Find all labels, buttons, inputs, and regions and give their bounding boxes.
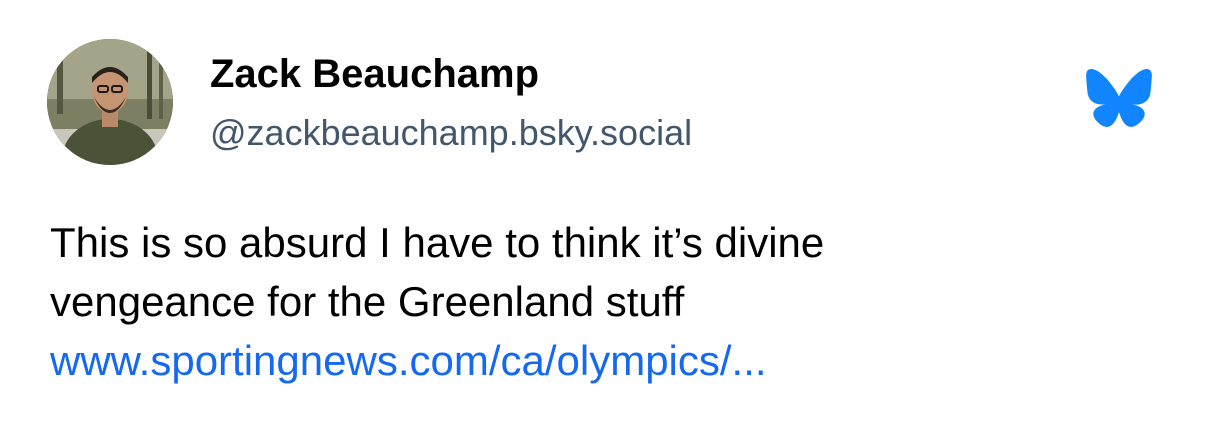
post-body: This is so absurd I have to think it’s d… [50,213,1170,390]
author-handle[interactable]: @zackbeauchamp.bsky.social [210,110,692,156]
avatar-photo [47,39,173,165]
post-text-line-1: This is so absurd I have to think it’s d… [50,219,825,266]
post-card: Zack Beauchamp @zackbeauchamp.bsky.socia… [0,0,1206,431]
post-link[interactable]: www.sportingnews.com/ca/olympics/... [50,337,767,384]
post-text-line-2: vengeance for the Greenland stuff [50,278,685,325]
bluesky-butterfly-icon[interactable] [1085,67,1153,129]
author-display-name[interactable]: Zack Beauchamp [210,50,539,98]
author-avatar[interactable] [47,39,173,165]
